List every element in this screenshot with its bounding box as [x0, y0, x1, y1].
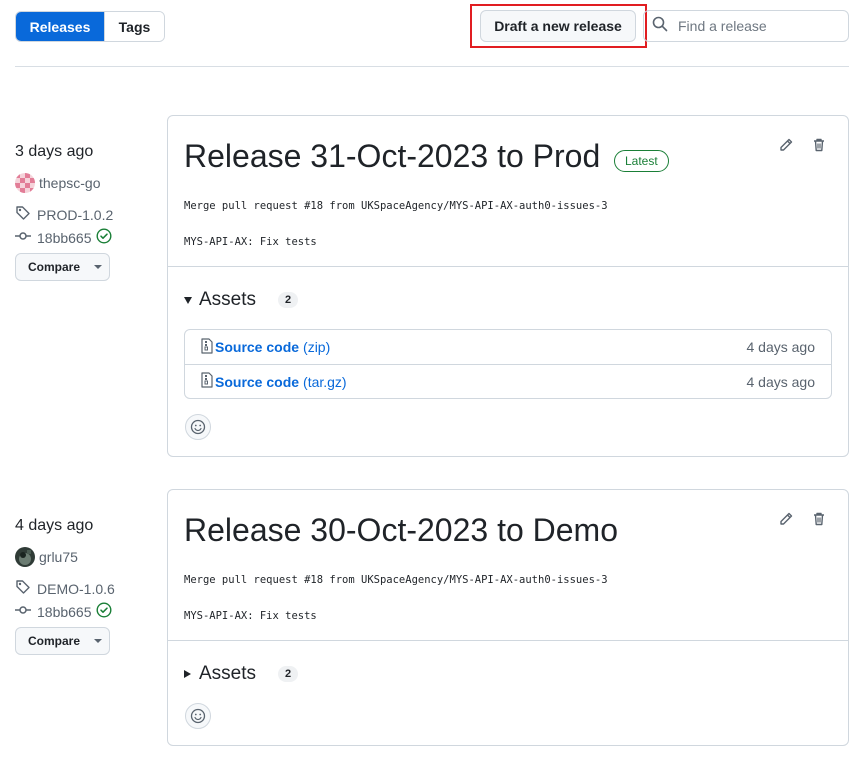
- tag-icon: [15, 579, 37, 598]
- releases-tags-switch: Releases Tags: [15, 11, 165, 42]
- assets-list: Source code (zip) 4 days ago Source code(…: [184, 329, 832, 399]
- release-commit[interactable]: 18bb665: [15, 602, 118, 621]
- release-body-line: MYS-API-AX: Fix tests: [184, 610, 317, 622]
- assets-count: 2: [278, 666, 299, 682]
- latest-badge: Latest: [614, 150, 669, 172]
- triangle-down-icon: [184, 296, 192, 304]
- card-divider: [168, 640, 848, 641]
- tab-releases[interactable]: Releases: [16, 12, 104, 41]
- release-tag[interactable]: DEMO-1.0.6: [15, 579, 115, 598]
- compare-button[interactable]: Compare: [15, 627, 110, 655]
- tag-name: DEMO-1.0.6: [37, 580, 115, 597]
- release-commit[interactable]: 18bb665: [15, 228, 118, 247]
- release-date: 4 days ago: [15, 517, 94, 534]
- assets-count: 2: [278, 292, 299, 308]
- edit-pencil-icon[interactable]: [775, 508, 797, 530]
- release-title[interactable]: Release 30-Oct-2023 to Demo: [184, 512, 618, 549]
- file-zip-icon: [201, 337, 213, 357]
- release-body-line: Merge pull request #18 from UKSpaceAgenc…: [184, 574, 608, 586]
- tag-icon: [15, 205, 37, 224]
- asset-row: Source code (tar.gz) 4 days ago: [185, 364, 831, 398]
- verified-check-icon: [96, 602, 118, 621]
- assets-label: Assets: [199, 663, 257, 684]
- chevron-down-icon: [94, 639, 103, 643]
- verified-check-icon: [96, 228, 118, 247]
- search-input[interactable]: [676, 17, 836, 35]
- asset-link[interactable]: Source code (zip): [201, 337, 330, 357]
- release-card: Release 31-Oct-2023 to Prod Latest Merge…: [167, 115, 849, 457]
- card-divider: [168, 266, 848, 267]
- release-card: Release 30-Oct-2023 to Demo Merge pull r…: [167, 489, 849, 746]
- delete-trash-icon[interactable]: [808, 508, 830, 530]
- divider: [15, 66, 849, 67]
- release-body-line: MYS-API-AX: Fix tests: [184, 236, 317, 248]
- release-tag[interactable]: PROD-1.0.2: [15, 205, 113, 224]
- find-release-search[interactable]: [643, 10, 849, 42]
- draft-release-button[interactable]: Draft a new release: [480, 10, 636, 42]
- assets-toggle[interactable]: Assets 2: [184, 289, 299, 311]
- compare-button[interactable]: Compare: [15, 253, 110, 281]
- chevron-down-icon: [94, 265, 103, 269]
- add-reaction-smiley-icon[interactable]: [185, 703, 211, 729]
- commit-sha: 18bb665: [37, 603, 92, 620]
- avatar: [15, 173, 35, 193]
- compare-label: Compare: [28, 634, 81, 648]
- asset-date: 4 days ago: [746, 339, 816, 355]
- release-title[interactable]: Release 31-Oct-2023 to Prod: [184, 138, 600, 175]
- author-name: grlu75: [39, 549, 78, 565]
- edit-pencil-icon[interactable]: [775, 134, 797, 156]
- tab-tags[interactable]: Tags: [104, 12, 164, 41]
- release-body-line: Merge pull request #18 from UKSpaceAgenc…: [184, 200, 608, 212]
- asset-row: Source code (zip) 4 days ago: [185, 330, 831, 364]
- add-reaction-smiley-icon[interactable]: [185, 414, 211, 440]
- compare-label: Compare: [28, 260, 81, 274]
- asset-date: 4 days ago: [746, 373, 816, 390]
- release-date: 3 days ago: [15, 143, 94, 160]
- file-zip-icon: [201, 372, 213, 391]
- tag-name: PROD-1.0.2: [37, 206, 114, 223]
- author-name: thepsc-go: [39, 175, 101, 191]
- avatar: [15, 547, 35, 567]
- commit-sha: 18bb665: [37, 229, 92, 246]
- release-author[interactable]: thepsc-go: [15, 173, 100, 193]
- release-author[interactable]: grlu75: [15, 547, 78, 567]
- search-icon: [652, 16, 668, 37]
- commit-icon: [15, 602, 37, 621]
- delete-trash-icon[interactable]: [808, 134, 830, 156]
- assets-toggle[interactable]: Assets 2: [184, 663, 299, 685]
- commit-icon: [15, 228, 37, 247]
- asset-link[interactable]: Source code (tar.gz): [201, 372, 347, 391]
- assets-label: Assets: [199, 289, 257, 310]
- triangle-right-icon: [184, 670, 191, 678]
